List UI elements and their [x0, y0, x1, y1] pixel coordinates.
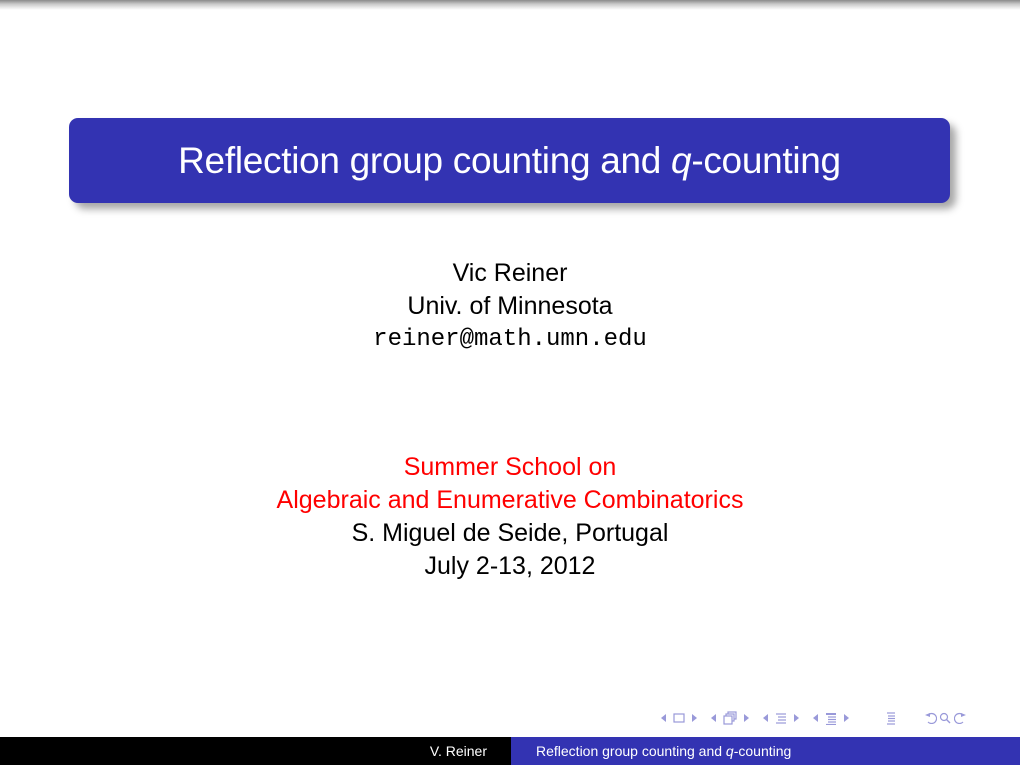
title-box: Reflection group counting and q-counting [69, 118, 950, 203]
prev-section-arrow-icon[interactable] [812, 713, 819, 723]
outline-icon[interactable] [886, 711, 896, 725]
author-email: reiner@math.umn.edu [373, 326, 647, 353]
event-location: S. Miguel de Seide, Portugal [351, 519, 669, 547]
slide-icon[interactable] [673, 713, 685, 723]
next-subsection-arrow-icon[interactable] [793, 713, 800, 723]
event-dates: July 2-13, 2012 [424, 552, 596, 580]
beamer-navigation-bar [660, 708, 973, 728]
prev-slide-arrow-icon[interactable] [660, 713, 667, 723]
title-text-suffix: -counting [691, 139, 841, 181]
author-block: Vic Reiner Univ. of Minnesota reiner@mat… [0, 257, 1020, 356]
title-text-prefix: Reflection group counting and [178, 139, 672, 181]
slide-title: Reflection group counting and q-counting [178, 140, 841, 182]
event-line-2: Algebraic and Enumerative Combinatorics [276, 486, 744, 514]
footer-title: Reflection group counting and q-counting [511, 737, 1020, 765]
frame-icon[interactable] [723, 711, 737, 725]
next-frame-arrow-icon[interactable] [743, 713, 750, 723]
back-icon[interactable] [924, 712, 937, 724]
footer-title-prefix: Reflection group counting and [536, 743, 726, 759]
next-slide-arrow-icon[interactable] [691, 713, 698, 723]
footer-author: V. Reiner [0, 737, 511, 765]
forward-icon[interactable] [954, 712, 967, 724]
subsection-icon[interactable] [775, 712, 787, 724]
event-block: Summer School on Algebraic and Enumerati… [0, 451, 1020, 583]
next-section-arrow-icon[interactable] [843, 713, 850, 723]
top-gradient-bar [0, 0, 1020, 10]
footer-bar: V. Reiner Reflection group counting and … [0, 737, 1020, 765]
title-text-italic-q: q [671, 139, 692, 181]
prev-subsection-arrow-icon[interactable] [762, 713, 769, 723]
section-icon[interactable] [825, 712, 837, 725]
search-icon[interactable] [939, 712, 952, 724]
footer-title-suffix: -counting [733, 743, 792, 759]
event-line-1: Summer School on [403, 453, 617, 481]
author-name: Vic Reiner [452, 259, 568, 287]
prev-frame-arrow-icon[interactable] [710, 713, 717, 723]
footer-title-italic-q: q [725, 743, 734, 759]
author-affiliation: Univ. of Minnesota [407, 292, 613, 320]
